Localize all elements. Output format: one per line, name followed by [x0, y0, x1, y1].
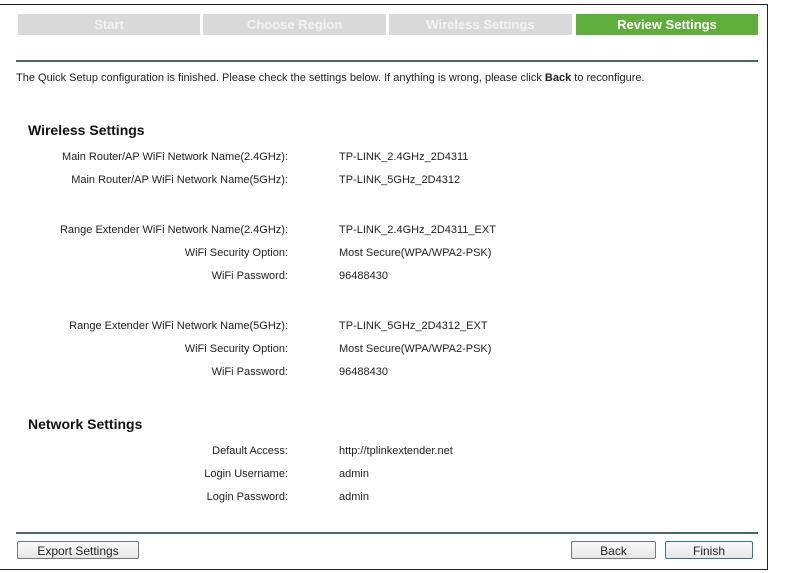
- export-settings-button[interactable]: Export Settings: [17, 541, 139, 559]
- step-review-settings: Review Settings: [576, 14, 758, 35]
- label: Login Username:: [204, 468, 288, 480]
- finish-button[interactable]: Finish: [665, 541, 753, 559]
- value: admin: [339, 491, 369, 503]
- intro-after: to reconfigure.: [571, 72, 645, 84]
- label: WiFi Security Option:: [184, 247, 288, 259]
- value: TP-LINK_2.4GHz_2D4311: [339, 151, 469, 163]
- step-start: Start: [18, 14, 200, 35]
- intro-before: The Quick Setup configuration is finishe…: [16, 72, 545, 84]
- intro-text: The Quick Setup configuration is finishe…: [16, 72, 645, 84]
- label: Main Router/AP WiFi Network Name(2.4GHz)…: [62, 151, 288, 163]
- value: TP-LINK_5GHz_2D4312: [339, 174, 461, 186]
- back-button[interactable]: Back: [571, 541, 656, 559]
- divider: [16, 60, 758, 62]
- step-choose-region: Choose Region: [203, 14, 386, 35]
- label: Login Password:: [206, 491, 288, 503]
- label: WiFi Security Option:: [184, 343, 288, 355]
- step-wireless-settings: Wireless Settings: [389, 14, 572, 35]
- wizard-frame: [0, 4, 768, 570]
- network-settings-heading: Network Settings: [28, 416, 143, 432]
- label: WiFi Password:: [211, 366, 288, 378]
- divider: [16, 532, 758, 534]
- value: Most Secure(WPA/WPA2-PSK): [339, 247, 492, 259]
- value: 96488430: [339, 366, 388, 378]
- label: WiFi Password:: [211, 270, 288, 282]
- label: Range Extender WiFi Network Name(2.4GHz)…: [59, 224, 288, 236]
- label: Range Extender WiFi Network Name(5GHz):: [69, 320, 288, 332]
- label: Main Router/AP WiFi Network Name(5GHz):: [71, 174, 288, 186]
- value: admin: [339, 468, 369, 480]
- value: 96488430: [339, 270, 388, 282]
- label: Default Access:: [212, 445, 288, 457]
- intro-back: Back: [544, 72, 572, 84]
- value: TP-LINK_2.4GHz_2D4311_EXT: [339, 224, 496, 236]
- value: http://tplinkextender.net: [339, 445, 453, 457]
- value: TP-LINK_5GHz_2D4312_EXT: [339, 320, 488, 332]
- value: Most Secure(WPA/WPA2-PSK): [339, 343, 492, 355]
- wireless-settings-heading: Wireless Settings: [28, 122, 145, 138]
